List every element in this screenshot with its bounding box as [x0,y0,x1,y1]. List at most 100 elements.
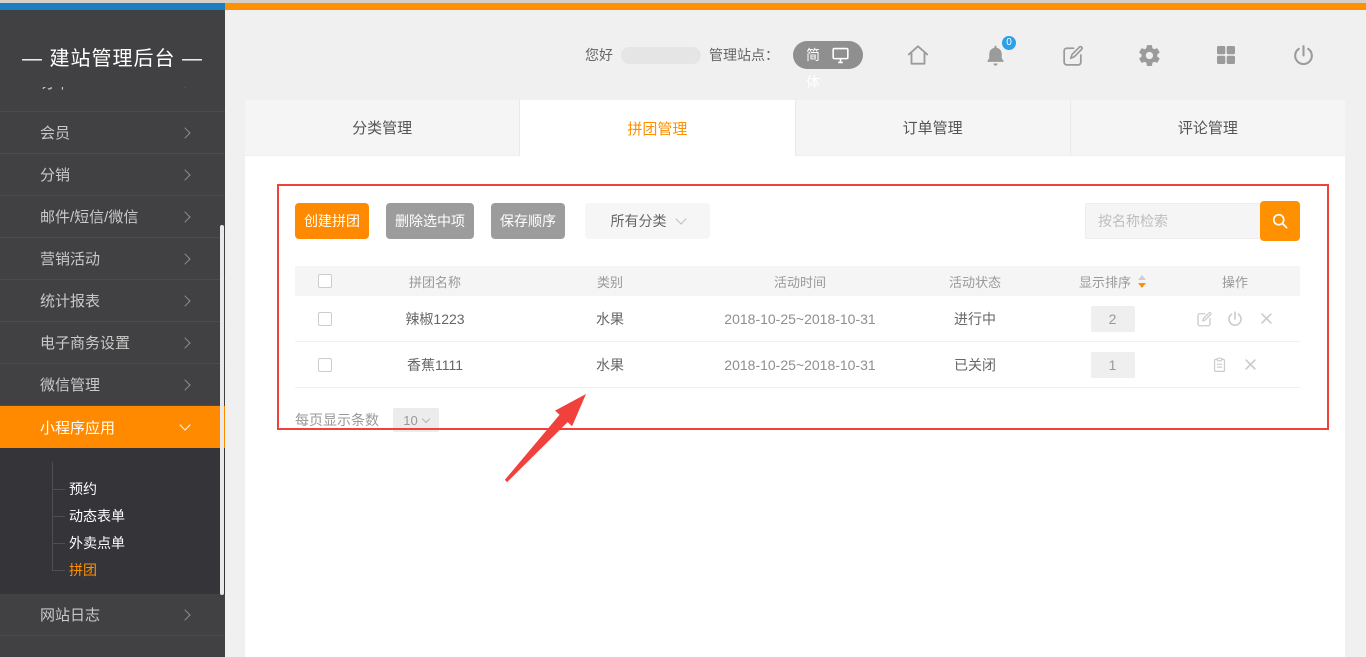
sidebar-item-label: 统计报表 [40,290,100,311]
page-size-dropdown[interactable]: 10 [393,408,439,432]
sidebar-subitem-dynamic-forms[interactable]: 动态表单 [0,503,225,530]
sidebar-item-mail-sms-wechat[interactable]: 邮件/短信/微信 [0,196,225,238]
sort-down-icon [1138,283,1146,288]
delete-selected-button[interactable]: 删除选中项 [386,203,474,239]
language-pill[interactable]: 简 [793,41,863,69]
language-label: 简 [806,45,820,65]
home-icon [905,42,931,68]
sidebar-item-label: 微信管理 [40,374,100,395]
tab-label: 拼团管理 [627,118,687,139]
clipboard-icon [1211,356,1228,374]
sidebar-item-distribution[interactable]: 分销 [0,154,225,196]
managed-site-label: 管理站点： [709,45,779,65]
tab-bar: 分类管理 拼团管理 订单管理 评论管理 [245,100,1345,156]
select-all-checkbox[interactable] [318,274,332,288]
sort-up-icon [1138,275,1146,280]
sidebar-subitem-booking[interactable]: 预约 [0,476,225,503]
close-icon [1243,357,1258,372]
category-filter-dropdown[interactable]: 所有分类 [585,203,710,239]
monitor-icon [831,47,850,64]
row-checkbox[interactable] [318,358,332,372]
sidebar-subitem-takeout-ordering[interactable]: 外卖点单 [0,530,225,557]
cell-sort: 2 [1055,306,1170,332]
sidebar-item-label: 邮件/短信/微信 [40,206,138,227]
groupbuy-table: 拼团名称 类别 活动时间 活动状态 显示排序 操作 辣椒1223 水果 2018… [295,266,1300,388]
column-header-category: 类别 [515,272,705,291]
sidebar-item-reports[interactable]: 统计报表 [0,280,225,322]
sidebar-item-orders-inner: 订单 [0,87,225,103]
sidebar-item-members[interactable]: 会员 [0,112,225,154]
top-bar-orange-segment [225,3,1366,10]
tab-comment-management[interactable]: 评论管理 [1071,100,1345,156]
toggle-status-action-button[interactable] [1226,310,1244,328]
sidebar-item-label: 营销活动 [40,248,100,269]
cell-actions [1170,310,1300,328]
sidebar-item-wechat-management[interactable]: 微信管理 [0,364,225,406]
search-icon [1270,211,1290,231]
sidebar-item-miniprogram-apps[interactable]: 小程序应用 [0,406,225,448]
home-button[interactable] [905,42,931,68]
sidebar-subitem-groupbuy[interactable]: 拼团 [0,557,225,584]
column-header-sort: 显示排序 [1055,272,1170,291]
logout-button[interactable] [1290,42,1316,68]
search-group [1085,201,1300,241]
search-input[interactable] [1085,203,1260,239]
subitem-label: 预约 [69,481,97,497]
save-order-button[interactable]: 保存顺序 [491,203,565,239]
sort-header-label: 显示排序 [1079,272,1131,291]
delete-action-button[interactable] [1242,356,1260,374]
cell-sort: 1 [1055,352,1170,378]
chevron-right-icon [179,127,190,138]
tab-category-management[interactable]: 分类管理 [245,100,520,156]
search-button[interactable] [1260,201,1300,241]
top-bar-blue-segment [0,3,225,10]
language-label-wrapped: 体 [806,72,820,92]
column-header-status: 活动状态 [895,272,1055,291]
settings-button[interactable] [1136,42,1162,68]
sidebar-item-site-logs[interactable]: 网站日志 [0,594,225,636]
table-row: 辣椒1223 水果 2018-10-25~2018-10-31 进行中 2 [295,296,1300,342]
sort-value-field[interactable]: 1 [1091,352,1135,378]
copy-action-button[interactable] [1211,356,1229,374]
top-color-bar [0,0,1366,10]
chevron-right-icon [179,211,190,222]
page-size-value: 10 [403,413,417,428]
sidebar-scrollbar[interactable] [220,225,224,595]
sort-toggle[interactable] [1138,275,1146,288]
language-switcher[interactable]: 简 体 [793,41,863,69]
chevron-right-icon [179,295,190,306]
miniprogram-submenu: 预约 动态表单 外卖点单 拼团 [0,448,225,594]
sidebar-item-orders[interactable]: 订单 [0,87,225,112]
chevron-down-icon [179,419,190,430]
compose-button[interactable] [1059,42,1085,68]
cell-name: 辣椒1223 [355,309,515,329]
sidebar-item-ecommerce-settings[interactable]: 电子商务设置 [0,322,225,364]
apps-button[interactable] [1213,42,1239,68]
sort-value-field[interactable]: 2 [1091,306,1135,332]
grid-icon [1214,43,1238,67]
table-header-row: 拼团名称 类别 活动时间 活动状态 显示排序 操作 [295,266,1300,296]
cell-time: 2018-10-25~2018-10-31 [705,357,895,373]
chevron-right-icon [179,609,190,620]
tab-label: 订单管理 [903,117,963,138]
tab-groupbuy-management[interactable]: 拼团管理 [520,100,795,156]
notifications-button[interactable]: 0 [982,42,1008,68]
gear-icon [1137,43,1162,68]
row-select-cell [295,358,355,372]
main-panel: 分类管理 拼团管理 订单管理 评论管理 创建拼团 删除选中项 保存顺序 所有分类 [245,100,1345,657]
power-icon [1291,43,1316,68]
toolbar: 创建拼团 删除选中项 保存顺序 所有分类 [295,201,1300,241]
tab-order-management[interactable]: 订单管理 [796,100,1071,156]
chevron-right-icon [179,337,190,348]
row-checkbox[interactable] [318,312,332,326]
greeting-text: 您好 [585,45,613,65]
create-groupbuy-button[interactable]: 创建拼团 [295,203,369,239]
edit-icon [1060,43,1085,68]
delete-action-button[interactable] [1257,310,1275,328]
sidebar-item-marketing[interactable]: 营销活动 [0,238,225,280]
header-icon-group: 0 [905,42,1316,68]
category-filter-value: 所有分类 [611,211,667,231]
column-header-actions: 操作 [1170,272,1300,291]
cell-status: 已关闭 [895,355,1055,375]
edit-action-button[interactable] [1195,310,1213,328]
